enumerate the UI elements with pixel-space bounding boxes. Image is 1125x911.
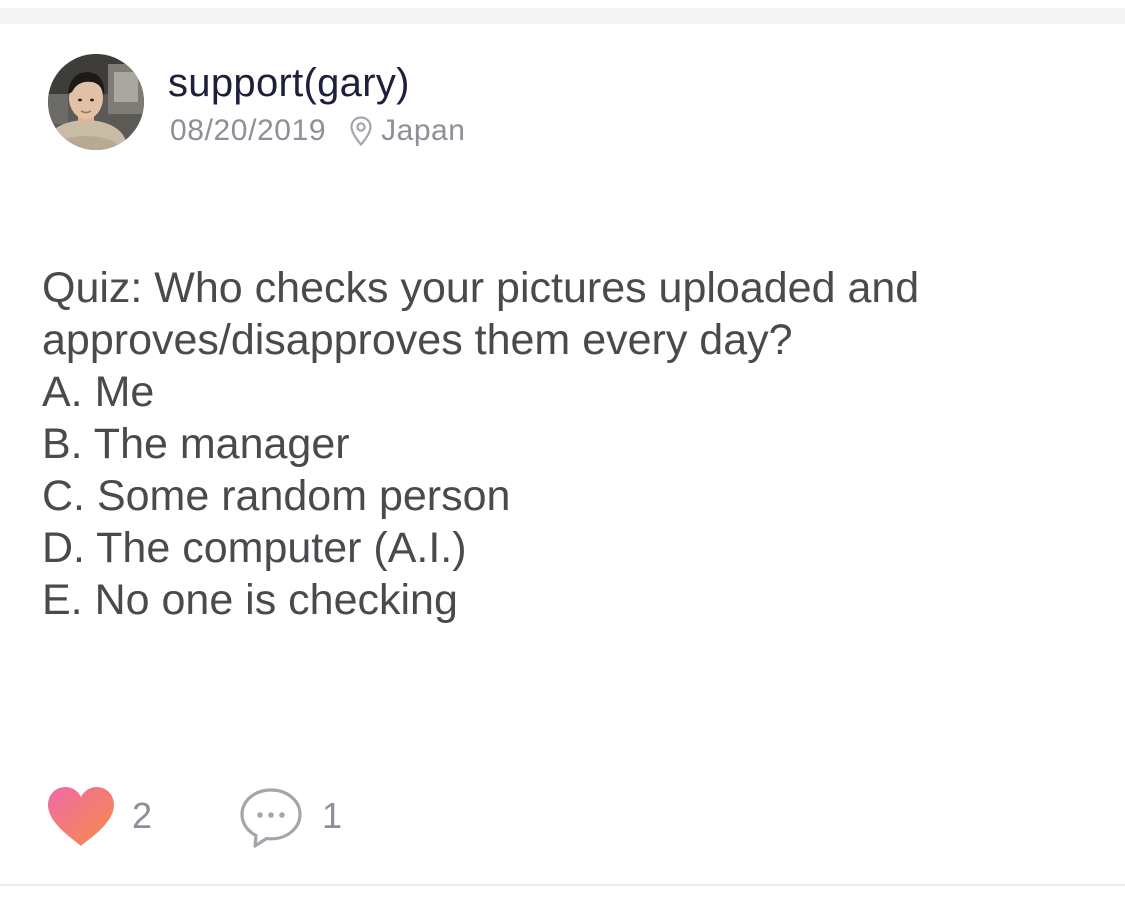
- post-date: 08/20/2019: [170, 114, 327, 147]
- like-button[interactable]: 2: [46, 784, 166, 848]
- post-body: Quiz: Who checks your pictures uploaded …: [42, 262, 1082, 626]
- post-location: Japan: [381, 114, 466, 147]
- post-card: support(gary) 08/20/2019 Japan Quiz: Who…: [0, 24, 1125, 884]
- body-line: C. Some random person: [42, 472, 511, 520]
- author-avatar[interactable]: [48, 54, 144, 150]
- body-line: approves/disapproves them every day?: [42, 316, 793, 364]
- comment-count: 1: [322, 795, 343, 836]
- heart-icon: [48, 787, 114, 846]
- author-name[interactable]: support(gary): [168, 60, 410, 106]
- body-line: B. The manager: [42, 420, 350, 468]
- body-line: D. The computer (A.I.): [42, 524, 467, 572]
- top-edge: [0, 0, 1125, 8]
- avatar-photo: [48, 54, 144, 150]
- post-meta: 08/20/2019 Japan: [170, 114, 465, 148]
- body-line: A. Me: [42, 368, 155, 416]
- bottom-divider: [0, 884, 1125, 886]
- comment-button[interactable]: 1: [238, 784, 358, 848]
- top-separator-band: [0, 0, 1125, 24]
- location-pin-icon: [350, 116, 372, 146]
- like-count: 2: [132, 795, 153, 836]
- body-line: E. No one is checking: [42, 576, 458, 624]
- body-line: Quiz: Who checks your pictures uploaded …: [42, 264, 920, 312]
- comment-bubble-icon: [240, 788, 302, 848]
